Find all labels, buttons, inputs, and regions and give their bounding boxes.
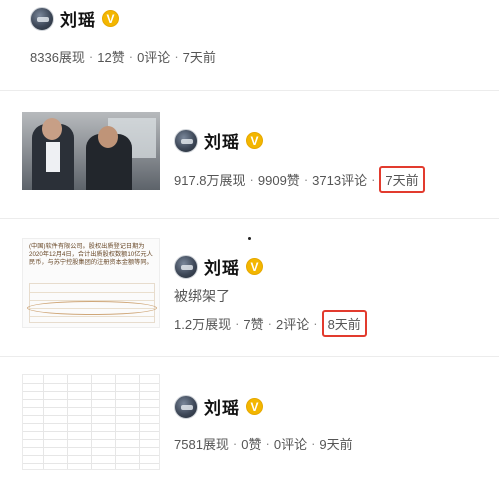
likes-count: 9909赞 [257,173,300,188]
post-time-highlighted: 7天前 [379,166,425,193]
views-count: 917.8万展现 [174,173,246,188]
separator-dot: · [371,172,376,187]
views-count: 7581展现 [174,437,229,452]
likes-count: 7赞 [243,317,264,332]
separator-dot: · [303,172,309,187]
post-divider [0,90,499,91]
post-divider [0,218,499,219]
comments-count: 3713评论 [312,173,368,188]
post-stats: 917.8万展现 · 9909赞 · 3713评论 · 7天前 [174,166,425,193]
post-stats: 8336展现 · 12赞 · 0评论 · 7天前 [30,47,216,66]
verified-v-icon: V [102,10,119,27]
post-body-text[interactable]: 被绑架了 [174,286,230,306]
comments-count: 0评论 [137,50,171,65]
post-divider [0,356,499,357]
post-thumbnail-document[interactable]: (中国)软件有限公司。股权出质登记日期为2020年12月4日，合计出质股权数额1… [22,238,160,328]
stray-dot [248,237,251,240]
separator-dot: · [249,172,254,187]
separator-dot: · [128,49,134,64]
verified-v-icon: V [246,132,263,149]
author-avatar[interactable] [30,6,54,31]
post-stats: 1.2万展现 · 7赞 · 2评论 · 8天前 [174,310,367,337]
likes-count: 12赞 [97,50,125,65]
verified-v-icon: V [246,258,263,275]
post-feed: 刘瑶 V 8336展现 · 12赞 · 0评论 · 7天前 刘瑶 V 917.8… [0,0,499,486]
author-name[interactable]: 刘瑶 [204,254,240,279]
post-stats: 7581展现 · 0赞 · 0评论 · 9天前 [174,434,353,453]
separator-dot: · [88,49,94,64]
author-name[interactable]: 刘瑶 [204,128,240,153]
comments-count: 0评论 [273,437,308,452]
post-thumbnail-photo[interactable] [22,112,160,190]
post-time-highlighted: 8天前 [321,310,367,337]
views-count: 1.2万展现 [174,317,232,332]
post-author-row[interactable]: 刘瑶 V [174,128,263,153]
post-author-row[interactable]: 刘瑶 V [174,254,263,279]
separator-dot: · [235,316,240,331]
author-name[interactable]: 刘瑶 [60,6,96,31]
post-thumbnail-table[interactable] [22,374,160,470]
author-avatar[interactable] [174,394,198,419]
views-count: 8336展现 [30,50,85,65]
separator-dot: · [232,436,238,451]
separator-dot: · [267,316,272,331]
post-time: 9天前 [319,437,353,452]
separator-dot: · [311,436,316,451]
verified-v-icon: V [246,398,263,415]
author-avatar[interactable] [174,128,198,153]
thumbnail-text: (中国)软件有限公司。股权出质登记日期为2020年12月4日，合计出质股权数额1… [29,243,153,267]
separator-dot: · [265,436,270,451]
post-time: 7天前 [182,50,216,65]
author-name[interactable]: 刘瑶 [204,394,240,419]
separator-dot: · [174,49,179,64]
author-avatar[interactable] [174,254,198,279]
separator-dot: · [313,316,318,331]
comments-count: 2评论 [276,317,310,332]
post-author-row[interactable]: 刘瑶 V [30,6,119,31]
likes-count: 0赞 [241,437,262,452]
post-author-row[interactable]: 刘瑶 V [174,394,263,419]
